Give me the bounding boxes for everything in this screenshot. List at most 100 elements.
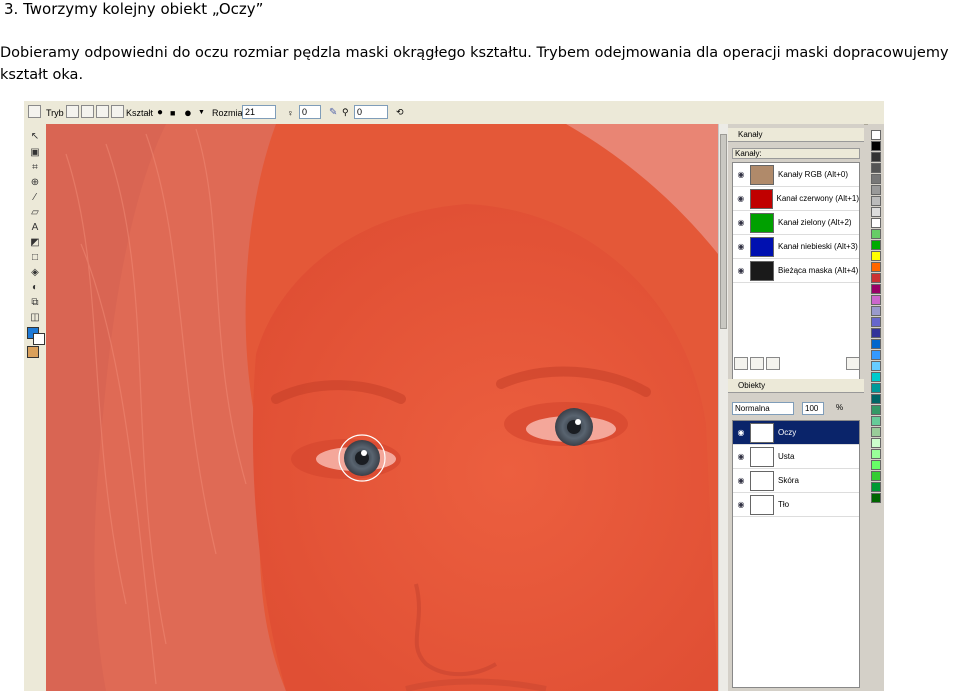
palette-swatch[interactable] xyxy=(871,350,881,360)
mask-tool-icon[interactable]: ▣ xyxy=(28,146,42,160)
opacity-input[interactable]: 100 xyxy=(802,402,824,415)
object-row[interactable]: ◉ Usta xyxy=(733,445,859,469)
square-shape-icon[interactable]: ■ xyxy=(170,106,175,119)
transparency-tool-icon[interactable]: ◫ xyxy=(28,311,42,325)
palette-swatch[interactable] xyxy=(871,295,881,305)
palette-swatch[interactable] xyxy=(871,229,881,239)
palette-swatch[interactable] xyxy=(871,130,881,140)
blend-mode-select[interactable]: Normalna xyxy=(732,402,794,415)
round-shape-icon[interactable]: ● xyxy=(157,106,163,119)
fill-tool-icon[interactable]: ◩ xyxy=(28,236,42,250)
palette-swatch[interactable] xyxy=(871,394,881,404)
palette-swatch[interactable] xyxy=(871,251,881,261)
palette-swatch[interactable] xyxy=(871,218,881,228)
channels-panel-title[interactable]: Kanały xyxy=(728,128,864,142)
paint-tool-icon[interactable]: ◈ xyxy=(28,266,42,280)
palette-swatch[interactable] xyxy=(871,152,881,162)
palette-swatch[interactable] xyxy=(871,427,881,437)
object-row[interactable]: ◉ Skóra xyxy=(733,469,859,493)
docker-panels: Kanały Kanały: ◉ Kanały RGB (Alt+0) ◉ Kanał… xyxy=(728,124,864,691)
channel-row[interactable]: ◉ Kanał zielony (Alt+2) xyxy=(733,211,859,235)
fill-color-swatch[interactable] xyxy=(27,346,39,358)
mode-subtract-button[interactable] xyxy=(96,105,109,118)
objects-list: ◉ Oczy ◉ Usta ◉ Skóra ◉ Tło xyxy=(732,420,860,688)
palette-swatch[interactable] xyxy=(871,174,881,184)
palette-swatch[interactable] xyxy=(871,273,881,283)
objects-panel-title[interactable]: Obiekty xyxy=(728,379,864,393)
channel-label: Kanały RGB (Alt+0) xyxy=(778,170,849,179)
pen-pressure-icon[interactable]: ✎ xyxy=(329,106,337,119)
object-row[interactable]: ◉ Tło xyxy=(733,493,859,517)
object-row[interactable]: ◉ Oczy xyxy=(733,421,859,445)
palette-swatch[interactable] xyxy=(871,141,881,151)
scrollbar-thumb[interactable] xyxy=(720,134,727,329)
eye-icon[interactable]: ◉ xyxy=(736,170,746,179)
channels-list: ◉ Kanały RGB (Alt+0) ◉ Kanał czerwony (Alt+… xyxy=(732,162,860,382)
crop-tool-icon[interactable]: ⌗ xyxy=(28,161,42,175)
palette-swatch[interactable] xyxy=(871,405,881,415)
palette-swatch[interactable] xyxy=(871,306,881,316)
eye-icon[interactable]: ◉ xyxy=(736,194,746,203)
eye-icon[interactable]: ◉ xyxy=(736,218,746,227)
rectangle-tool-icon[interactable]: □ xyxy=(28,251,42,265)
channel-row[interactable]: ◉ Kanał czerwony (Alt+1) xyxy=(733,187,859,211)
channel-row[interactable]: ◉ Kanał niebieski (Alt+3) xyxy=(733,235,859,259)
new-channel-icon[interactable] xyxy=(734,357,748,370)
eye-icon[interactable]: ◉ xyxy=(736,452,746,461)
mode-add-button[interactable] xyxy=(81,105,94,118)
palette-swatch[interactable] xyxy=(871,438,881,448)
palette-swatch[interactable] xyxy=(871,339,881,349)
eye-icon[interactable]: ◉ xyxy=(736,500,746,509)
load-mask-icon[interactable] xyxy=(766,357,780,370)
mask-tool-icon[interactable] xyxy=(28,105,41,118)
palette-swatch[interactable] xyxy=(871,471,881,481)
palette-swatch[interactable] xyxy=(871,196,881,206)
palette-swatch[interactable] xyxy=(871,372,881,382)
secondary-color-swatch[interactable] xyxy=(33,333,45,345)
channel-row[interactable]: ◉ Kanały RGB (Alt+0) xyxy=(733,163,859,187)
chevron-down-icon[interactable]: ▼ xyxy=(198,106,205,119)
feather-input[interactable]: 0 xyxy=(354,105,388,119)
channel-row[interactable]: ◉ Bieżąca maska (Alt+4) xyxy=(733,259,859,283)
palette-swatch[interactable] xyxy=(871,240,881,250)
palette-swatch[interactable] xyxy=(871,460,881,470)
color-palette xyxy=(868,124,884,691)
pick-tool-icon[interactable]: ↖ xyxy=(28,130,42,144)
save-mask-icon[interactable] xyxy=(750,357,764,370)
brush-preview-icon[interactable]: ● xyxy=(184,105,192,120)
shape-label: Kształt xyxy=(126,107,154,118)
eraser-tool-icon[interactable]: ▱ xyxy=(28,206,42,220)
eye-icon[interactable]: ◉ xyxy=(736,428,746,437)
delete-channel-icon[interactable] xyxy=(846,357,860,370)
eyedropper-tool-icon[interactable]: ⁄ xyxy=(28,191,42,205)
palette-swatch[interactable] xyxy=(871,207,881,217)
effect-tool-icon[interactable]: ◐ xyxy=(28,281,42,295)
object-label: Skóra xyxy=(778,476,799,485)
transparency-input[interactable]: 0 xyxy=(299,105,321,119)
clone-tool-icon[interactable]: ⧉ xyxy=(28,296,42,310)
palette-swatch[interactable] xyxy=(871,493,881,503)
palette-swatch[interactable] xyxy=(871,416,881,426)
palette-swatch[interactable] xyxy=(871,328,881,338)
palette-swatch[interactable] xyxy=(871,449,881,459)
size-input[interactable]: 21 xyxy=(242,105,276,119)
eye-icon[interactable]: ◉ xyxy=(736,266,746,275)
palette-swatch[interactable] xyxy=(871,361,881,371)
mode-normal-button[interactable] xyxy=(66,105,79,118)
image-canvas[interactable] xyxy=(46,124,718,691)
palette-swatch[interactable] xyxy=(871,317,881,327)
palette-swatch[interactable] xyxy=(871,262,881,272)
palette-swatch[interactable] xyxy=(871,482,881,492)
property-bar: Tryb Kształt ● ■ ● ▼ Rozmiar 21 ♀ 0 ✎ ⚲ … xyxy=(24,101,884,125)
text-tool-icon[interactable]: A xyxy=(28,221,42,235)
palette-swatch[interactable] xyxy=(871,383,881,393)
reset-icon[interactable]: ⟲ xyxy=(396,106,404,119)
palette-swatch[interactable] xyxy=(871,185,881,195)
eye-icon[interactable]: ◉ xyxy=(736,242,746,251)
palette-swatch[interactable] xyxy=(871,163,881,173)
eye-icon[interactable]: ◉ xyxy=(736,476,746,485)
object-label: Oczy xyxy=(778,428,797,437)
palette-swatch[interactable] xyxy=(871,284,881,294)
mode-intersect-button[interactable] xyxy=(111,105,124,118)
zoom-tool-icon[interactable]: ⊕ xyxy=(28,176,42,190)
